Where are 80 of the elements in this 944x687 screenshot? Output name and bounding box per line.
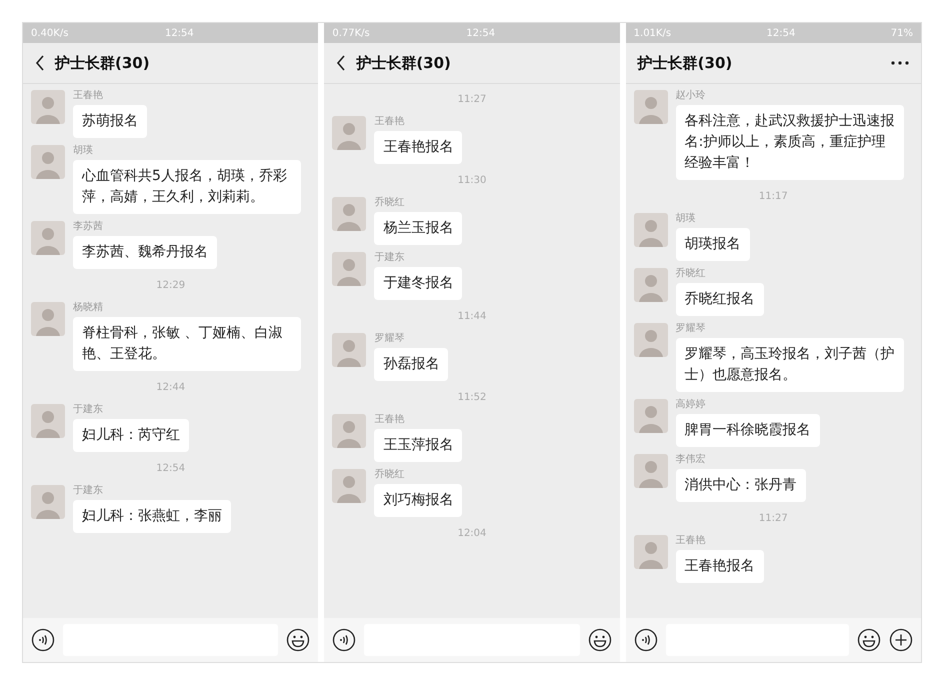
sender-name: 于建东 — [73, 404, 103, 416]
avatar-image — [31, 302, 65, 336]
avatar-image — [31, 221, 65, 255]
message-bubble: 孙磊报名 — [374, 348, 448, 381]
chat-title: 护士长群(30) — [356, 54, 451, 72]
avatar-image — [332, 252, 366, 286]
sender-name: 胡瑛 — [676, 213, 696, 225]
avatar-image — [332, 414, 366, 448]
message-bubble: 心血管科共5人报名，胡瑛，乔彩萍，高婧，王久利，刘莉莉。 — [73, 160, 301, 214]
voice-icon[interactable] — [31, 628, 55, 652]
message-bubble: 苏萌报名 — [73, 105, 147, 138]
avatar-image — [634, 90, 668, 124]
voice-icon[interactable] — [332, 628, 356, 652]
sender-name: 赵小玲 — [676, 90, 706, 102]
message-bubble: 李苏茜、魏希丹报名 — [73, 236, 217, 269]
chat-title: 护士长群(30) — [55, 54, 150, 72]
message-bubble: 王春艳报名 — [676, 550, 764, 583]
message-bubble: 各科注意，赴武汉救援护士迅速报名:护师以上，素质高，重症护理经验丰富！ — [676, 105, 904, 180]
avatar-image — [634, 399, 668, 433]
chat-title: 护士长群(30) — [638, 54, 732, 72]
message-bubble: 于建冬报名 — [374, 267, 462, 300]
sender-name: 王春艳 — [73, 90, 103, 102]
sender-name: 王春艳 — [374, 414, 404, 426]
emoji-icon[interactable] — [286, 628, 310, 652]
avatar-image — [31, 404, 65, 438]
avatar-image — [332, 197, 366, 231]
avatar-image — [634, 535, 668, 569]
timestamp: 12:54 — [156, 463, 186, 474]
sender-name: 胡瑛 — [73, 145, 93, 157]
timestamp: 12:44 — [156, 382, 186, 393]
avatar-image — [332, 116, 366, 150]
sender-name: 乔晓红 — [374, 197, 404, 209]
sender-name: 杨晓精 — [73, 302, 103, 314]
back-icon[interactable] — [336, 55, 346, 71]
sender-name: 于建东 — [73, 485, 103, 497]
message-bubble: 脊柱骨科，张敏 、丁娅楠、白淑艳、王登花。 — [73, 317, 301, 371]
sender-name: 王春艳 — [676, 535, 706, 547]
timestamp: 11:44 — [458, 311, 486, 322]
avatar-image — [634, 323, 668, 357]
voice-icon[interactable] — [634, 628, 658, 652]
sender-name: 乔晓红 — [374, 469, 404, 481]
timestamp: 12:29 — [156, 280, 186, 291]
message-bubble: 刘巧梅报名 — [374, 484, 462, 517]
avatar-image — [634, 454, 668, 488]
sender-name: 乔晓红 — [676, 268, 706, 280]
timestamp: 11:27 — [758, 513, 788, 524]
message-bubble: 王玉萍报名 — [374, 429, 462, 462]
timestamp: 11:17 — [758, 191, 788, 202]
avatar-image — [31, 485, 65, 519]
sender-name: 于建东 — [374, 252, 404, 264]
sender-name: 李伟宏 — [676, 454, 706, 466]
plus-icon[interactable] — [888, 628, 913, 652]
message-bubble: 乔晓红报名 — [676, 283, 764, 316]
timestamp: 12:04 — [458, 528, 486, 539]
timestamp: 11:30 — [458, 175, 486, 186]
message-bubble: 杨兰玉报名 — [374, 212, 462, 245]
timestamp: 11:52 — [458, 392, 486, 403]
back-icon[interactable] — [35, 55, 45, 71]
sender-name: 王春艳 — [374, 116, 404, 128]
sender-name: 罗耀琴 — [676, 323, 706, 335]
message-bubble: 脾胃一科徐晓霞报名 — [676, 414, 820, 447]
avatar-image — [31, 90, 65, 124]
avatar-image — [634, 213, 668, 247]
message-bubble: 妇儿科：芮守红 — [73, 419, 189, 452]
message-bubble: 罗耀琴，高玉玲报名，刘子茜（护士）也愿意报名。 — [676, 338, 904, 392]
emoji-icon[interactable] — [588, 628, 612, 652]
sender-name: 罗耀琴 — [374, 333, 404, 345]
sender-name: 李苏茜 — [73, 221, 103, 233]
message-bubble: 妇儿科：张燕虹，李丽 — [73, 500, 231, 533]
message-bubble: 消供中心：张丹青 — [676, 469, 806, 502]
more-icon[interactable] — [890, 61, 909, 65]
emoji-icon[interactable] — [856, 628, 881, 652]
message-bubble: 王春艳报名 — [374, 131, 462, 164]
timestamp: 11:27 — [458, 94, 486, 105]
sender-name: 高婷婷 — [676, 399, 706, 411]
avatar-image — [634, 268, 668, 302]
avatar-image — [332, 469, 366, 503]
avatar-image — [31, 145, 65, 179]
avatar-image — [332, 333, 366, 367]
message-bubble: 胡瑛报名 — [676, 228, 750, 261]
